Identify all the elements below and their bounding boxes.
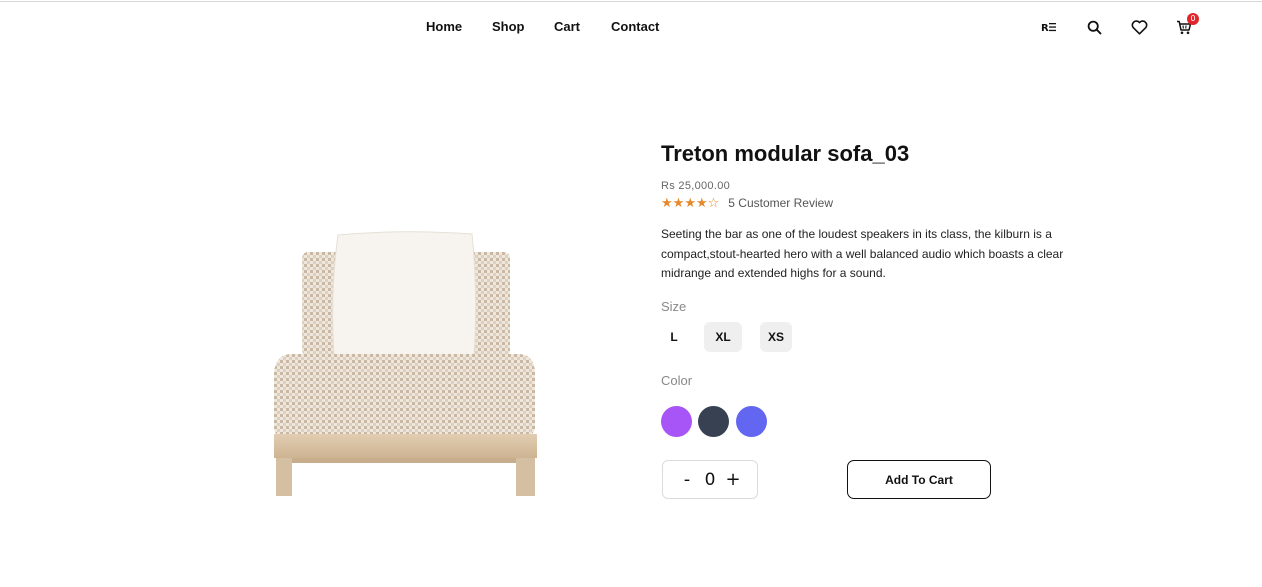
cart-count-badge: 0 <box>1187 13 1199 25</box>
color-swatch-dark-gray[interactable] <box>698 406 729 437</box>
quantity-stepper: - 0 + <box>662 460 758 499</box>
color-swatch-purple[interactable] <box>661 406 692 437</box>
quantity-increase-button[interactable]: + <box>723 469 743 490</box>
size-label: Size <box>661 299 687 314</box>
size-option-l[interactable]: L <box>661 322 687 352</box>
color-swatch-indigo[interactable] <box>736 406 767 437</box>
add-to-cart-button[interactable]: Add To Cart <box>847 460 991 499</box>
star-filled-icon: ★ <box>684 195 696 211</box>
product-image <box>262 222 552 504</box>
star-filled-icon: ★ <box>672 195 685 211</box>
search-icon[interactable] <box>1084 17 1104 37</box>
product-description: Seeting the bar as one of the loudest sp… <box>661 227 1064 280</box>
top-divider <box>0 1 1262 2</box>
review-count[interactable]: 5 Customer Review <box>728 196 833 210</box>
color-label: Color <box>661 373 693 388</box>
nav-contact-link[interactable]: Contact <box>611 19 659 34</box>
svg-text:R: R <box>1041 23 1049 33</box>
product-price: Rs 25,000.00 <box>661 180 731 192</box>
quantity-decrease-button[interactable]: - <box>677 469 697 490</box>
star-filled-icon: ★ <box>695 195 708 211</box>
product-title: Treton modular sofa_03 <box>661 141 910 166</box>
main-nav: Home Shop Cart Contact <box>0 19 1262 35</box>
quantity-value: 0 <box>704 469 716 490</box>
nav-cart-link[interactable]: Cart <box>554 19 580 34</box>
account-list-icon[interactable]: R <box>1039 17 1059 37</box>
size-option-xs[interactable]: XS <box>760 322 792 352</box>
heart-icon[interactable] <box>1129 17 1149 37</box>
rating-stars: ★ ★ ★ ★ ☆ <box>661 197 719 210</box>
star-empty-icon: ☆ <box>707 195 720 211</box>
nav-home-link[interactable]: Home <box>426 19 462 34</box>
product-rating: ★ ★ ★ ★ ☆ 5 Customer Review <box>661 196 833 210</box>
size-option-xl[interactable]: XL <box>704 322 742 352</box>
star-filled-icon: ★ <box>661 195 673 211</box>
nav-shop-link[interactable]: Shop <box>492 19 525 34</box>
